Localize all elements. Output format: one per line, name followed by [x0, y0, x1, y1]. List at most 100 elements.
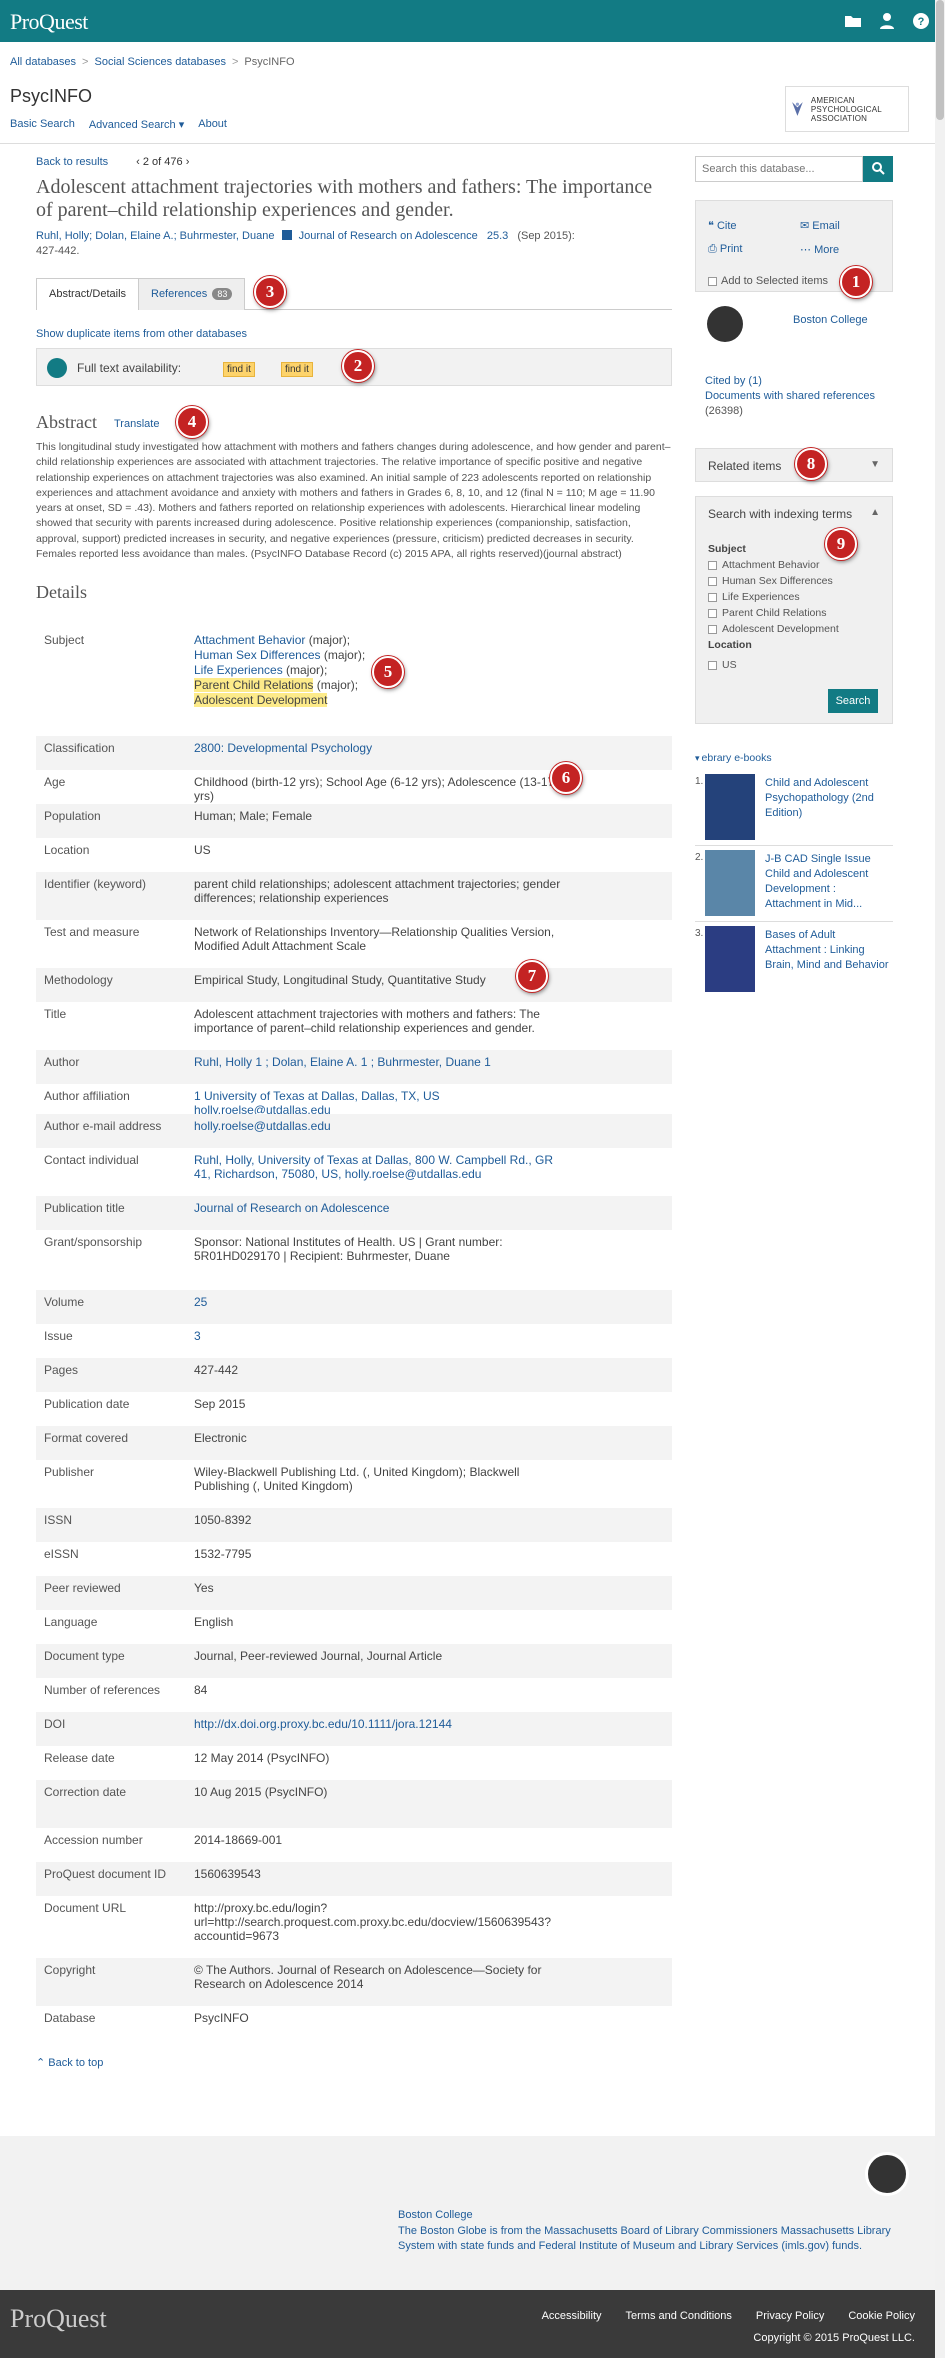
subject-term-link[interactable]: Attachment Behavior [194, 633, 305, 647]
facet-checkbox[interactable] [708, 660, 717, 670]
detail-label: Identifier (keyword) [44, 877, 147, 891]
ebook-title-link[interactable]: Bases of Adult Attachment : Linking Brai… [765, 928, 893, 973]
detail-row: Accession number 2014-18669-001 [36, 1828, 672, 1862]
about-link[interactable]: About [198, 118, 227, 131]
annotation-marker-2: 2 [342, 350, 374, 382]
breadcrumb: All databases > Social Sciences database… [10, 56, 295, 68]
back-to-results-link[interactable]: Back to results [36, 156, 108, 168]
facet-checkbox[interactable] [708, 576, 717, 586]
search-input[interactable] [695, 156, 863, 182]
result-position: 2 of 476 [142, 156, 183, 168]
detail-value: Childhood (birth-12 yrs); School Age (6-… [194, 775, 555, 803]
facet-item[interactable]: US [708, 657, 839, 673]
scrollbar-thumb[interactable] [936, 0, 944, 120]
facet-item[interactable]: Adolescent Development [708, 621, 839, 637]
folder-icon[interactable] [843, 11, 863, 31]
footer-library-link[interactable]: Boston College [398, 2209, 473, 2221]
prev-chevron-icon[interactable]: ‹ [136, 156, 140, 168]
detail-value[interactable]: 1 University of Texas at Dallas, Dallas,… [194, 1089, 564, 1117]
facet-checkbox[interactable] [708, 624, 717, 634]
ebook-item[interactable]: 2. J-B CAD Single Issue Child and Adoles… [695, 846, 893, 922]
book-cover-image[interactable] [705, 926, 755, 992]
shared-references-link[interactable]: Documents with shared references [705, 390, 875, 402]
detail-label: Number of references [44, 1683, 161, 1697]
cite-button[interactable]: ❝ Cite [708, 219, 737, 232]
journal-link[interactable]: Journal of Research on Adolescence [299, 230, 478, 242]
ebooks-heading[interactable]: ▾ ebrary e-books [695, 750, 893, 764]
back-to-top-link[interactable]: ⌃ Back to top [36, 2056, 103, 2069]
cited-by-link[interactable]: Cited by (1) [705, 375, 762, 387]
add-to-selected[interactable]: Add to Selected items [708, 275, 828, 287]
detail-value: Electronic [194, 1431, 247, 1445]
facet-checkbox[interactable] [708, 608, 717, 618]
facet-item[interactable]: Parent Child Relations [708, 605, 839, 621]
related-items-panel[interactable]: Related items ▼ [695, 448, 893, 482]
subject-term-highlight[interactable]: Parent Child Relations [194, 678, 314, 692]
ebook-title-link[interactable]: Child and Adolescent Psychopathology (2n… [765, 776, 893, 821]
facet-item[interactable]: Life Experiences [708, 589, 839, 605]
duplicate-items-link[interactable]: Show duplicate items from other database… [36, 328, 247, 340]
detail-row-subject: Subject Attachment Behavior (major); Hum… [36, 628, 672, 730]
email-button[interactable]: ✉ Email [800, 219, 840, 232]
detail-row: Peer reviewed Yes [36, 1576, 672, 1610]
detail-row: Test and measure Network of Relationships… [36, 920, 672, 968]
indexing-search-button[interactable]: Search [828, 689, 878, 713]
subject-term-link[interactable]: Human Sex Differences [194, 648, 321, 662]
ellipsis-icon: ⋯ [800, 244, 815, 256]
scrollbar[interactable] [935, 0, 945, 2358]
ebook-item[interactable]: 3. Bases of Adult Attachment : Linking B… [695, 922, 893, 998]
terms-link[interactable]: Terms and Conditions [626, 2310, 732, 2322]
privacy-link[interactable]: Privacy Policy [756, 2310, 824, 2322]
indexing-terms-title[interactable]: Search with indexing terms [708, 507, 852, 521]
cookie-link[interactable]: Cookie Policy [848, 2310, 915, 2322]
footer-proquest-logo[interactable]: ProQuest [10, 2304, 107, 2334]
add-selected-checkbox[interactable] [708, 276, 717, 286]
book-cover-image[interactable] [705, 850, 755, 916]
footer-text: Boston College The Boston Globe is from … [398, 2208, 898, 2255]
help-icon[interactable]: ? [911, 11, 931, 31]
library-link[interactable]: Boston College [793, 314, 868, 326]
facet-item[interactable]: Human Sex Differences [708, 573, 839, 589]
user-icon[interactable] [877, 11, 897, 31]
volume-link[interactable]: 25.3 [487, 230, 508, 242]
basic-search-link[interactable]: Basic Search [10, 118, 75, 131]
find-it-button[interactable]: find it [281, 362, 313, 377]
ebook-title-link[interactable]: J-B CAD Single Issue Child and Adolescen… [765, 852, 893, 912]
tab-references[interactable]: References 83 [138, 278, 246, 310]
authors-link[interactable]: Ruhl, Holly; Dolan, Elaine A.; Buhrmeste… [36, 230, 274, 242]
detail-value[interactable]: 2800: Developmental Psychology [194, 741, 564, 765]
proquest-logo[interactable]: ProQuest [10, 9, 88, 35]
print-button[interactable]: ⎙ Print [708, 243, 742, 256]
ebook-item[interactable]: 1. Child and Adolescent Psychopathology … [695, 770, 893, 846]
facet-label: Human Sex Differences [722, 575, 833, 587]
book-cover-image[interactable] [705, 774, 755, 840]
advanced-search-link[interactable]: Advanced Search ▾ [89, 118, 184, 131]
facet-checkbox[interactable] [708, 592, 717, 602]
detail-value[interactable]: Ruhl, Holly, University of Texas at Dall… [194, 1153, 564, 1191]
facet-item[interactable]: Attachment Behavior [708, 557, 839, 573]
detail-label: Language [44, 1615, 98, 1629]
crumb-all-databases[interactable]: All databases [10, 56, 76, 68]
detail-value[interactable]: holly.roelse@utdallas.edu [194, 1119, 564, 1143]
detail-value[interactable]: Ruhl, Holly 1 ; Dolan, Elaine A. 1 ; Buh… [194, 1055, 564, 1079]
detail-value[interactable]: 25 [194, 1295, 564, 1319]
detail-row: Language English [36, 1610, 672, 1644]
crumb-social-sciences[interactable]: Social Sciences databases [94, 56, 225, 68]
translate-link[interactable]: Translate [114, 418, 159, 430]
tab-abstract-details[interactable]: Abstract/Details [36, 278, 140, 310]
email-icon: ✉ [800, 220, 813, 232]
chevron-up-icon[interactable]: ▲ [870, 507, 880, 518]
subject-term-link[interactable]: Life Experiences [194, 663, 283, 677]
search-button[interactable] [863, 156, 893, 182]
detail-value[interactable]: http://dx.doi.org.proxy.bc.edu/10.1111/j… [194, 1717, 564, 1741]
subject-term-highlight[interactable]: Adolescent Development [194, 693, 328, 707]
detail-value[interactable]: 3 [194, 1329, 564, 1353]
facet-checkbox[interactable] [708, 560, 717, 570]
more-button[interactable]: ⋯ More [800, 243, 839, 256]
accessibility-link[interactable]: Accessibility [542, 2310, 602, 2322]
find-it-button[interactable]: find it [223, 362, 255, 377]
annotation-marker-6: 6 [550, 762, 582, 794]
next-chevron-icon[interactable]: › [186, 156, 190, 168]
document-title: Adolescent attachment trajectories with … [36, 176, 653, 221]
detail-value[interactable]: Journal of Research on Adolescence [194, 1201, 564, 1225]
